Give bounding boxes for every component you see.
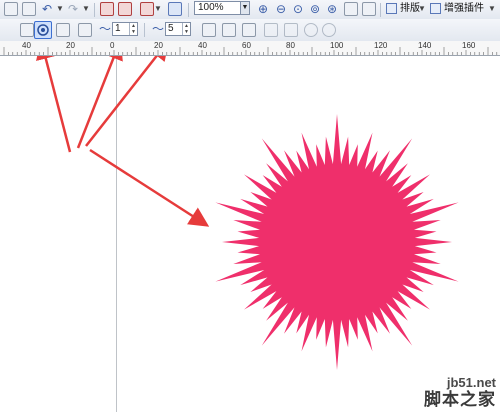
undo-icon[interactable]: ↶: [42, 2, 52, 16]
plugin-button-label: 增强插件: [444, 3, 484, 14]
watermark: jb51.net 脚本之家: [424, 376, 496, 408]
zoom-level-field[interactable]: 100%: [194, 1, 246, 15]
plugin-icon: [430, 3, 441, 14]
annotation-arrow: [85, 56, 170, 147]
grid-shape-icon[interactable]: [242, 23, 256, 37]
layout-button[interactable]: 排版: [386, 1, 420, 17]
ruler-label: 100: [330, 41, 344, 50]
toolbar-separator: [380, 3, 381, 17]
export-icon[interactable]: [118, 2, 132, 16]
zoom-selected-icon[interactable]: ⊙: [293, 2, 303, 16]
horizontal-ruler[interactable]: 40 20 0 20 40 60 80 100 120 140 160: [0, 41, 500, 56]
convert-curves-icon[interactable]: [304, 23, 318, 37]
zoom-dropdown-button[interactable]: ▼: [240, 1, 250, 15]
ruler-label: 140: [418, 41, 432, 50]
redo-dropdown-icon[interactable]: ▼: [82, 2, 90, 16]
plugin-button[interactable]: 增强插件: [430, 1, 484, 17]
ruler-label: 80: [286, 41, 295, 50]
lock-ratio-icon[interactable]: [78, 23, 92, 37]
ruler-label: 40: [198, 41, 207, 50]
ruler-label: 120: [374, 41, 388, 50]
ruler-label: 20: [154, 41, 163, 50]
wrap-text-icon[interactable]: [264, 23, 278, 37]
sharpness-spinner[interactable]: 5 ▲ ▼: [165, 22, 191, 36]
import-icon[interactable]: [100, 2, 114, 16]
annotation-arrow: [76, 56, 123, 149]
annotation-arrow: [89, 148, 210, 227]
star-icon: [37, 24, 49, 36]
ruler-label: 160: [462, 41, 476, 50]
ruler-label: 60: [242, 41, 251, 50]
paste-icon[interactable]: [4, 2, 18, 16]
toolbar-separator: [188, 3, 189, 17]
watermark-url: jb51.net: [446, 375, 496, 390]
ruler-label: 0: [110, 41, 115, 50]
zoom-width-icon[interactable]: [344, 2, 358, 16]
layout-dropdown-icon[interactable]: ▼: [418, 2, 426, 16]
publish-pdf-icon[interactable]: [140, 2, 154, 16]
undo-dropdown-icon[interactable]: ▼: [56, 2, 64, 16]
property-bar: ～ 1 ▲ ▼ ～ 5 ▲ ▼: [0, 19, 500, 42]
toolbar-separator: [94, 3, 95, 17]
polygon-tool-icon[interactable]: [20, 23, 34, 37]
layout-icon: [386, 3, 397, 14]
zoom-all-icon[interactable]: ⊚: [310, 2, 320, 16]
application-launcher-icon[interactable]: [168, 2, 182, 16]
spinner-arrows-icon[interactable]: ▲ ▼: [182, 23, 190, 35]
spiral-shape-icon[interactable]: [222, 23, 236, 37]
zoom-out-icon[interactable]: ⊖: [276, 2, 286, 16]
star-shape-icon[interactable]: [202, 23, 216, 37]
drawing-canvas[interactable]: jb51.net 脚本之家: [0, 56, 500, 412]
complex-star-icon[interactable]: [56, 23, 70, 37]
star-tool-selected[interactable]: [34, 21, 52, 39]
points-spinner-value: 1: [115, 23, 121, 34]
redo-icon[interactable]: ↷: [68, 2, 78, 16]
ruler-label: 40: [22, 41, 31, 50]
standard-toolbar: ↶ ▼ ↷ ▼ ▼ 100% ▼ ⊕ ⊖ ⊙ ⊚ ⊛ 排版 ▼ 增强插件 ▼: [0, 0, 500, 20]
publish-dropdown-icon[interactable]: ▼: [154, 2, 162, 16]
zoom-page-icon[interactable]: ⊛: [327, 2, 337, 16]
layout-button-label: 排版: [400, 3, 420, 14]
annotation-arrow: [36, 56, 72, 153]
plugin-dropdown-icon[interactable]: ▼: [488, 2, 496, 16]
watermark-name: 脚本之家: [424, 390, 496, 409]
zoom-in-icon[interactable]: ⊕: [258, 2, 268, 16]
canvas-drawing-layer: [36, 56, 459, 370]
points-icon: ～: [99, 22, 112, 36]
ruler-label: 20: [66, 41, 75, 50]
sharpness-icon: ～: [152, 22, 165, 36]
points-spinner[interactable]: 1 ▲ ▼: [112, 22, 138, 36]
paste-special-icon[interactable]: [22, 2, 36, 16]
sharpness-spinner-value: 5: [168, 23, 174, 34]
outline-icon[interactable]: [284, 23, 298, 37]
spinner-arrows-icon[interactable]: ▲ ▼: [129, 23, 137, 35]
zoom-height-icon[interactable]: [362, 2, 376, 16]
no-fill-icon[interactable]: [322, 23, 336, 37]
star-shape[interactable]: [215, 114, 459, 370]
toolbar-separator: [144, 23, 145, 37]
